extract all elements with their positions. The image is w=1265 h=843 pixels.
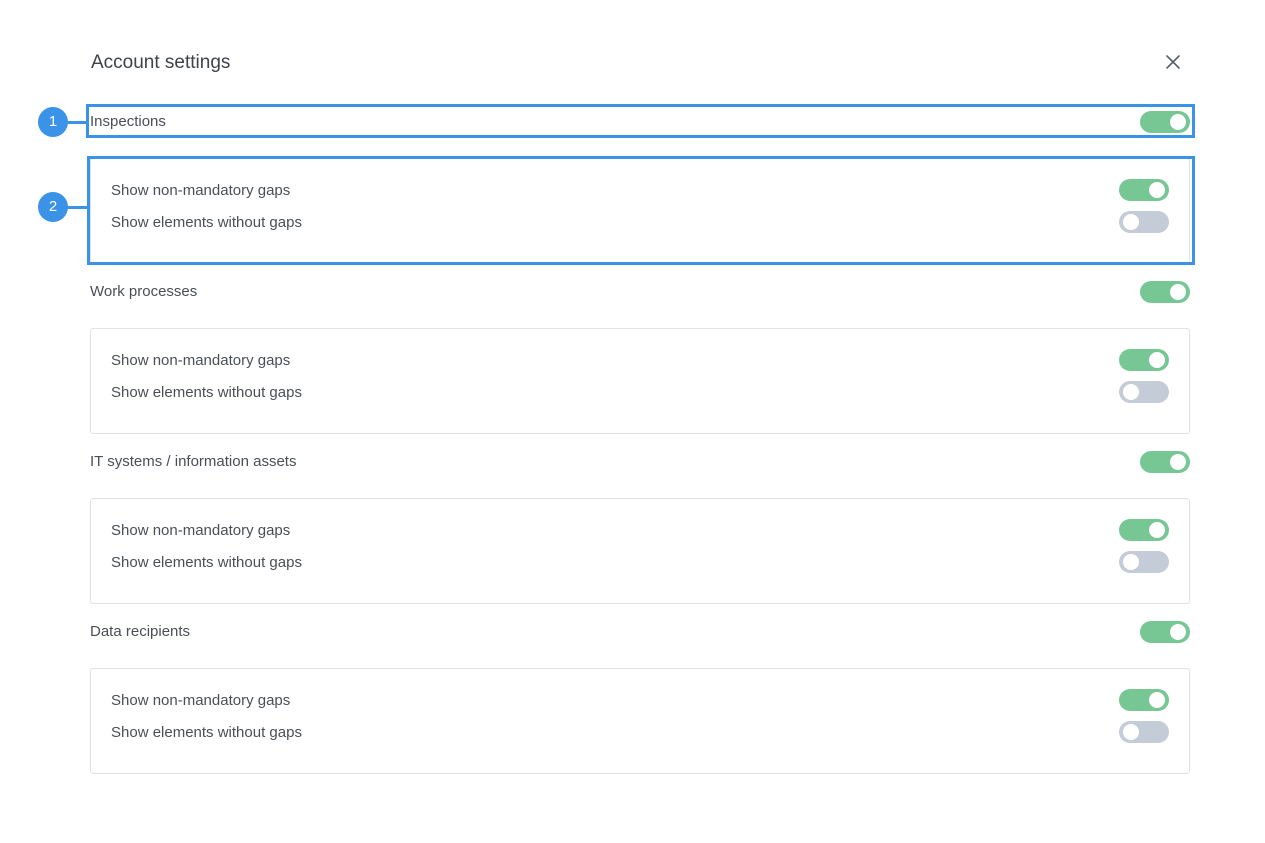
option-label: Show elements without gaps <box>111 384 302 401</box>
option-row-elements-without-gaps: Show elements without gaps <box>111 721 1169 745</box>
dialog-title: Account settings <box>91 52 231 73</box>
section-toggle-data-recipients[interactable] <box>1140 621 1190 643</box>
close-icon <box>1166 55 1180 69</box>
option-row-non-mandatory-gaps: Show non-mandatory gaps <box>111 349 1169 373</box>
toggle-non-mandatory-gaps[interactable] <box>1119 349 1169 371</box>
section-row-work-processes: Work processes <box>90 280 1190 304</box>
option-label: Show non-mandatory gaps <box>111 692 291 709</box>
toggle-knob <box>1149 692 1165 708</box>
section-options-inspections: Show non-mandatory gaps Show elements wi… <box>90 158 1190 264</box>
annotation-connector-1 <box>66 121 88 124</box>
section-label: IT systems / information assets <box>90 453 297 470</box>
toggle-knob <box>1170 624 1186 640</box>
option-label: Show elements without gaps <box>111 554 302 571</box>
toggle-elements-without-gaps[interactable] <box>1119 211 1169 233</box>
toggle-knob <box>1170 284 1186 300</box>
section-row-it-systems: IT systems / information assets <box>90 450 1190 474</box>
account-settings-dialog: Account settings Inspections Show non-ma… <box>0 0 1265 843</box>
toggle-elements-without-gaps[interactable] <box>1119 721 1169 743</box>
toggle-non-mandatory-gaps[interactable] <box>1119 179 1169 201</box>
toggle-knob <box>1123 214 1139 230</box>
section-options-work-processes: Show non-mandatory gaps Show elements wi… <box>90 328 1190 434</box>
section-row-inspections: Inspections <box>90 110 1190 134</box>
toggle-knob <box>1149 522 1165 538</box>
option-label: Show non-mandatory gaps <box>111 522 291 539</box>
section-label: Inspections <box>90 113 166 130</box>
section-label: Work processes <box>90 283 198 300</box>
toggle-non-mandatory-gaps[interactable] <box>1119 689 1169 711</box>
toggle-elements-without-gaps[interactable] <box>1119 381 1169 403</box>
annotation-connector-2 <box>66 206 88 209</box>
toggle-knob <box>1123 554 1139 570</box>
section-toggle-work-processes[interactable] <box>1140 281 1190 303</box>
option-row-elements-without-gaps: Show elements without gaps <box>111 381 1169 405</box>
option-label: Show non-mandatory gaps <box>111 352 291 369</box>
option-label: Show non-mandatory gaps <box>111 182 291 199</box>
toggle-knob <box>1170 454 1186 470</box>
toggle-knob <box>1123 724 1139 740</box>
option-label: Show elements without gaps <box>111 214 302 231</box>
option-row-non-mandatory-gaps: Show non-mandatory gaps <box>111 179 1169 203</box>
toggle-non-mandatory-gaps[interactable] <box>1119 519 1169 541</box>
toggle-elements-without-gaps[interactable] <box>1119 551 1169 573</box>
option-row-non-mandatory-gaps: Show non-mandatory gaps <box>111 689 1169 713</box>
option-row-elements-without-gaps: Show elements without gaps <box>111 551 1169 575</box>
section-row-data-recipients: Data recipients <box>90 620 1190 644</box>
toggle-knob <box>1149 352 1165 368</box>
annotation-badge-2: 2 <box>38 192 68 222</box>
section-label: Data recipients <box>90 623 191 640</box>
toggle-knob <box>1170 114 1186 130</box>
section-toggle-it-systems[interactable] <box>1140 451 1190 473</box>
annotation-badge-1: 1 <box>38 107 68 137</box>
option-label: Show elements without gaps <box>111 724 302 741</box>
toggle-knob <box>1149 182 1165 198</box>
option-row-elements-without-gaps: Show elements without gaps <box>111 211 1169 235</box>
close-button[interactable] <box>1162 51 1184 73</box>
section-options-it-systems: Show non-mandatory gaps Show elements wi… <box>90 498 1190 604</box>
toggle-knob <box>1123 384 1139 400</box>
option-row-non-mandatory-gaps: Show non-mandatory gaps <box>111 519 1169 543</box>
section-toggle-inspections[interactable] <box>1140 111 1190 133</box>
section-options-data-recipients: Show non-mandatory gaps Show elements wi… <box>90 668 1190 774</box>
